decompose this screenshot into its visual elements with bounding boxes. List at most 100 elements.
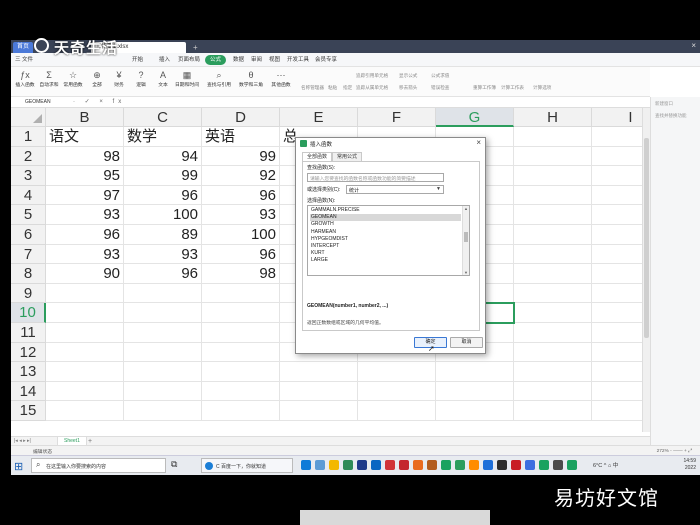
app-icon-1[interactable] bbox=[371, 460, 381, 470]
calc-options-button[interactable]: 计算选项 bbox=[533, 85, 551, 91]
cell-b11[interactable] bbox=[46, 323, 124, 343]
cell-f14[interactable] bbox=[358, 381, 436, 402]
cell-c9[interactable] bbox=[124, 283, 202, 304]
cell-f13[interactable] bbox=[358, 362, 436, 382]
cell-b14[interactable] bbox=[46, 381, 124, 402]
menu-data[interactable]: 数据 bbox=[233, 55, 244, 65]
cell-h2[interactable] bbox=[514, 146, 592, 167]
taskbar-search-box[interactable]: ⌕ 在这里输入你要搜索的内容 bbox=[31, 458, 166, 473]
column-header-f[interactable]: F bbox=[358, 108, 436, 127]
cell-h11[interactable] bbox=[514, 323, 592, 343]
cell-c8[interactable]: 96 bbox=[124, 264, 202, 284]
cell-b6[interactable]: 96 bbox=[46, 225, 124, 245]
cell-g14[interactable] bbox=[436, 381, 514, 402]
home-tab[interactable]: 首页 bbox=[13, 42, 34, 53]
cell-d2[interactable]: 99 bbox=[202, 146, 280, 167]
cell-h12[interactable] bbox=[514, 342, 592, 363]
vertical-scrollbar[interactable] bbox=[642, 108, 650, 432]
app-icon-6[interactable] bbox=[469, 460, 479, 470]
store-icon[interactable] bbox=[343, 460, 353, 470]
select-all-corner[interactable] bbox=[11, 108, 46, 127]
other-functions-button[interactable]: ⋯ 其他函数 bbox=[267, 69, 295, 88]
row-header-9[interactable]: 9 bbox=[11, 283, 46, 304]
name-manager-button[interactable]: 名称管理器 bbox=[301, 85, 324, 91]
menu-home[interactable]: 开始 bbox=[132, 55, 143, 65]
cell-h1[interactable] bbox=[514, 127, 592, 147]
list-item[interactable]: INTERCEPT bbox=[310, 243, 461, 250]
system-tray[interactable]: 6°C ^ ⌂ 中 bbox=[593, 461, 618, 469]
cell-b3[interactable]: 95 bbox=[46, 166, 124, 186]
cell-h8[interactable] bbox=[514, 264, 592, 284]
dialog-close-button[interactable]: × bbox=[476, 138, 481, 147]
tab-common-formulas[interactable]: 常用公式 bbox=[332, 152, 363, 161]
cell-c15[interactable] bbox=[124, 401, 202, 421]
math-button[interactable]: θ 数学和三角 bbox=[237, 69, 265, 88]
menu-page-layout[interactable]: 页面布局 bbox=[178, 55, 200, 65]
cell-d7[interactable]: 96 bbox=[202, 244, 280, 265]
app-icon-5[interactable] bbox=[441, 460, 451, 470]
cell-c6[interactable]: 89 bbox=[124, 225, 202, 245]
category-select[interactable]: 统计 ▼ bbox=[346, 185, 444, 194]
row-header-15[interactable]: 15 bbox=[11, 401, 46, 421]
cell-b8[interactable]: 90 bbox=[46, 264, 124, 284]
cell-c7[interactable]: 93 bbox=[124, 244, 202, 265]
column-header-d[interactable]: D bbox=[202, 108, 280, 127]
list-item[interactable]: LARGE bbox=[310, 257, 461, 264]
row-header-1[interactable]: 1 bbox=[11, 127, 46, 147]
file-explorer-icon[interactable] bbox=[329, 460, 339, 470]
cell-h4[interactable] bbox=[514, 185, 592, 206]
trace-dependents-button[interactable]: 追踪从属单元格 bbox=[356, 85, 388, 91]
cell-c2[interactable]: 94 bbox=[124, 146, 202, 167]
cell-b12[interactable] bbox=[46, 342, 124, 363]
cell-d3[interactable]: 92 bbox=[202, 166, 280, 186]
cell-b9[interactable] bbox=[46, 283, 124, 304]
cell-c12[interactable] bbox=[124, 342, 202, 363]
cell-b5[interactable]: 93 bbox=[46, 205, 124, 225]
windows-start-icon[interactable]: ⊞ bbox=[14, 460, 23, 473]
app-icon-8[interactable] bbox=[497, 460, 507, 470]
list-item[interactable]: HYPGEOMDIST bbox=[310, 236, 461, 243]
menu-file[interactable]: 三 文件 bbox=[15, 55, 33, 65]
cell-c10[interactable] bbox=[124, 303, 202, 323]
cell-b10[interactable] bbox=[46, 303, 124, 323]
cell-d6[interactable]: 100 bbox=[202, 225, 280, 245]
wps-sheet-icon[interactable] bbox=[455, 460, 465, 470]
column-header-c[interactable]: C bbox=[124, 108, 202, 127]
app-icon-9[interactable] bbox=[511, 460, 521, 470]
taskbar-browser-task[interactable]: C 百度一下，你就知道 bbox=[201, 458, 293, 473]
cell-d9[interactable] bbox=[202, 283, 280, 304]
new-tab-button[interactable]: + bbox=[189, 42, 202, 53]
menu-developer[interactable]: 开发工具 bbox=[287, 55, 309, 65]
recalc-workbook-button[interactable]: 重算工作簿 bbox=[473, 85, 496, 91]
row-header-12[interactable]: 12 bbox=[11, 342, 46, 363]
cell-c14[interactable] bbox=[124, 381, 202, 402]
cell-e15[interactable] bbox=[280, 401, 358, 421]
menu-insert[interactable]: 插入 bbox=[159, 55, 170, 65]
scroll-thumb[interactable] bbox=[464, 232, 468, 242]
row-header-5[interactable]: 5 bbox=[11, 205, 46, 225]
menu-formula[interactable]: 公式 bbox=[205, 55, 227, 65]
trace-precedents-button[interactable]: 追踪引用单元格 bbox=[356, 73, 388, 79]
taskbar-clock[interactable]: 14:59 2022 bbox=[683, 458, 696, 472]
column-header-e[interactable]: E bbox=[280, 108, 358, 127]
cell-d1[interactable]: 英语 bbox=[202, 127, 280, 147]
row-header-3[interactable]: 3 bbox=[11, 166, 46, 186]
cell-b2[interactable]: 98 bbox=[46, 146, 124, 167]
column-header-g[interactable]: G bbox=[436, 108, 514, 127]
cell-h3[interactable] bbox=[514, 166, 592, 186]
cell-h6[interactable] bbox=[514, 225, 592, 245]
app-icon-2[interactable] bbox=[385, 460, 395, 470]
cell-h10[interactable] bbox=[514, 303, 592, 323]
cell-d13[interactable] bbox=[202, 362, 280, 382]
app-icon-4[interactable] bbox=[427, 460, 437, 470]
cell-c13[interactable] bbox=[124, 362, 202, 382]
row-header-6[interactable]: 6 bbox=[11, 225, 46, 245]
app-icon-11[interactable] bbox=[539, 460, 549, 470]
specify-button[interactable]: 指定 bbox=[343, 85, 352, 91]
menu-review[interactable]: 审阅 bbox=[251, 55, 262, 65]
list-item[interactable]: GAMMALN.PRECISE bbox=[310, 207, 461, 214]
cell-d14[interactable] bbox=[202, 381, 280, 402]
row-header-11[interactable]: 11 bbox=[11, 323, 46, 343]
list-item[interactable]: KURT bbox=[310, 250, 461, 257]
cell-h15[interactable] bbox=[514, 401, 592, 421]
